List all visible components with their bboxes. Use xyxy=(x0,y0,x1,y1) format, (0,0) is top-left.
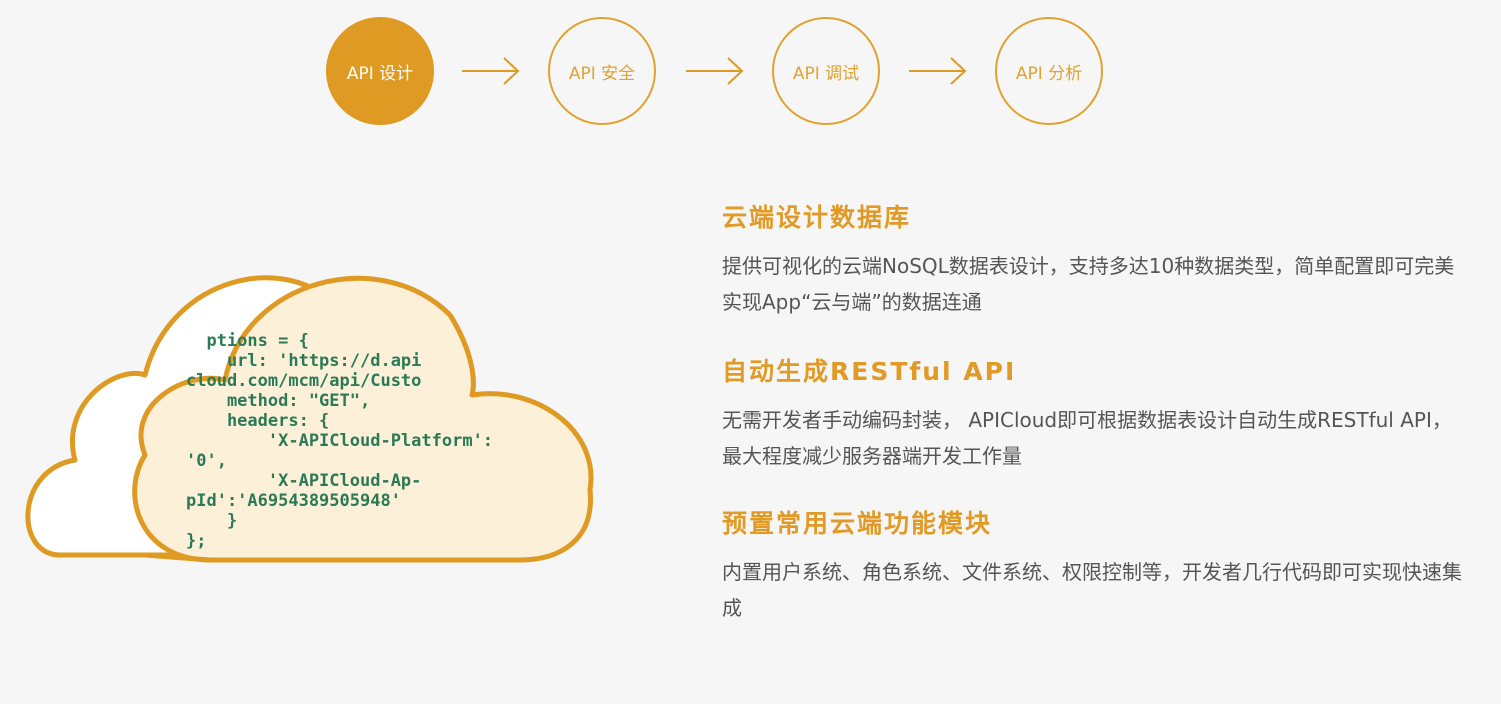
step-api-security[interactable]: API 安全 xyxy=(548,17,656,125)
step-api-design[interactable]: API 设计 xyxy=(326,17,434,125)
arrow-right-icon xyxy=(684,56,746,86)
code-line: cloud.com/mcm/api/Custo xyxy=(186,371,422,391)
feature-title: 云端设计数据库 xyxy=(722,203,912,232)
code-line: 'X-APICloud-Platform': xyxy=(186,431,494,451)
feature-description: 内置用户系统、角色系统、文件系统、权限控制等，开发者几行代码即可实现快速集成 xyxy=(722,560,1462,620)
code-line: }; xyxy=(186,531,207,551)
feature-item: 云端设计数据库 提供可视化的云端NoSQL数据表设计，支持多达10种数据类型，简… xyxy=(722,198,1482,320)
feature-title: 预置常用云端功能模块 xyxy=(722,509,993,538)
step-api-debug[interactable]: API 调试 xyxy=(772,17,880,125)
code-line: pId':'A6954389505948' xyxy=(186,491,401,511)
feature-item: 自动生成RESTful API 无需开发者手动编码封装， APICloud即可根… xyxy=(722,352,1482,474)
feature-description: 无需开发者手动编码封装， APICloud即可根据数据表设计自动生成RESTfu… xyxy=(722,408,1452,468)
code-line: method: "GET", xyxy=(186,391,371,411)
code-line: '0', xyxy=(186,451,227,471)
feature-title: 自动生成RESTful API xyxy=(722,357,1017,386)
arrow-right-icon xyxy=(460,56,522,86)
feature-list: 云端设计数据库 提供可视化的云端NoSQL数据表设计，支持多达10种数据类型，简… xyxy=(722,198,1482,660)
code-line: } xyxy=(186,511,238,531)
code-line: url: 'https://d.api xyxy=(186,351,422,371)
feature-item: 预置常用云端功能模块 内置用户系统、角色系统、文件系统、权限控制等，开发者几行代… xyxy=(722,504,1482,626)
arrow-right-icon xyxy=(907,56,969,86)
code-snippet: ptions = { url: 'https://d.api cloud.com… xyxy=(186,331,493,551)
step-api-analysis[interactable]: API 分析 xyxy=(995,17,1103,125)
code-line: headers: { xyxy=(186,411,330,431)
code-line: ptions = { xyxy=(186,331,309,351)
feature-description: 提供可视化的云端NoSQL数据表设计，支持多达10种数据类型，简单配置即可完美实… xyxy=(722,254,1455,314)
cloud-illustration: ptions = { url: 'https://d.api cloud.com… xyxy=(20,255,600,575)
process-steps: API 设计 API 安全 API 调试 API 分析 xyxy=(0,0,1501,140)
code-line: 'X-APICloud-Ap- xyxy=(186,471,422,491)
